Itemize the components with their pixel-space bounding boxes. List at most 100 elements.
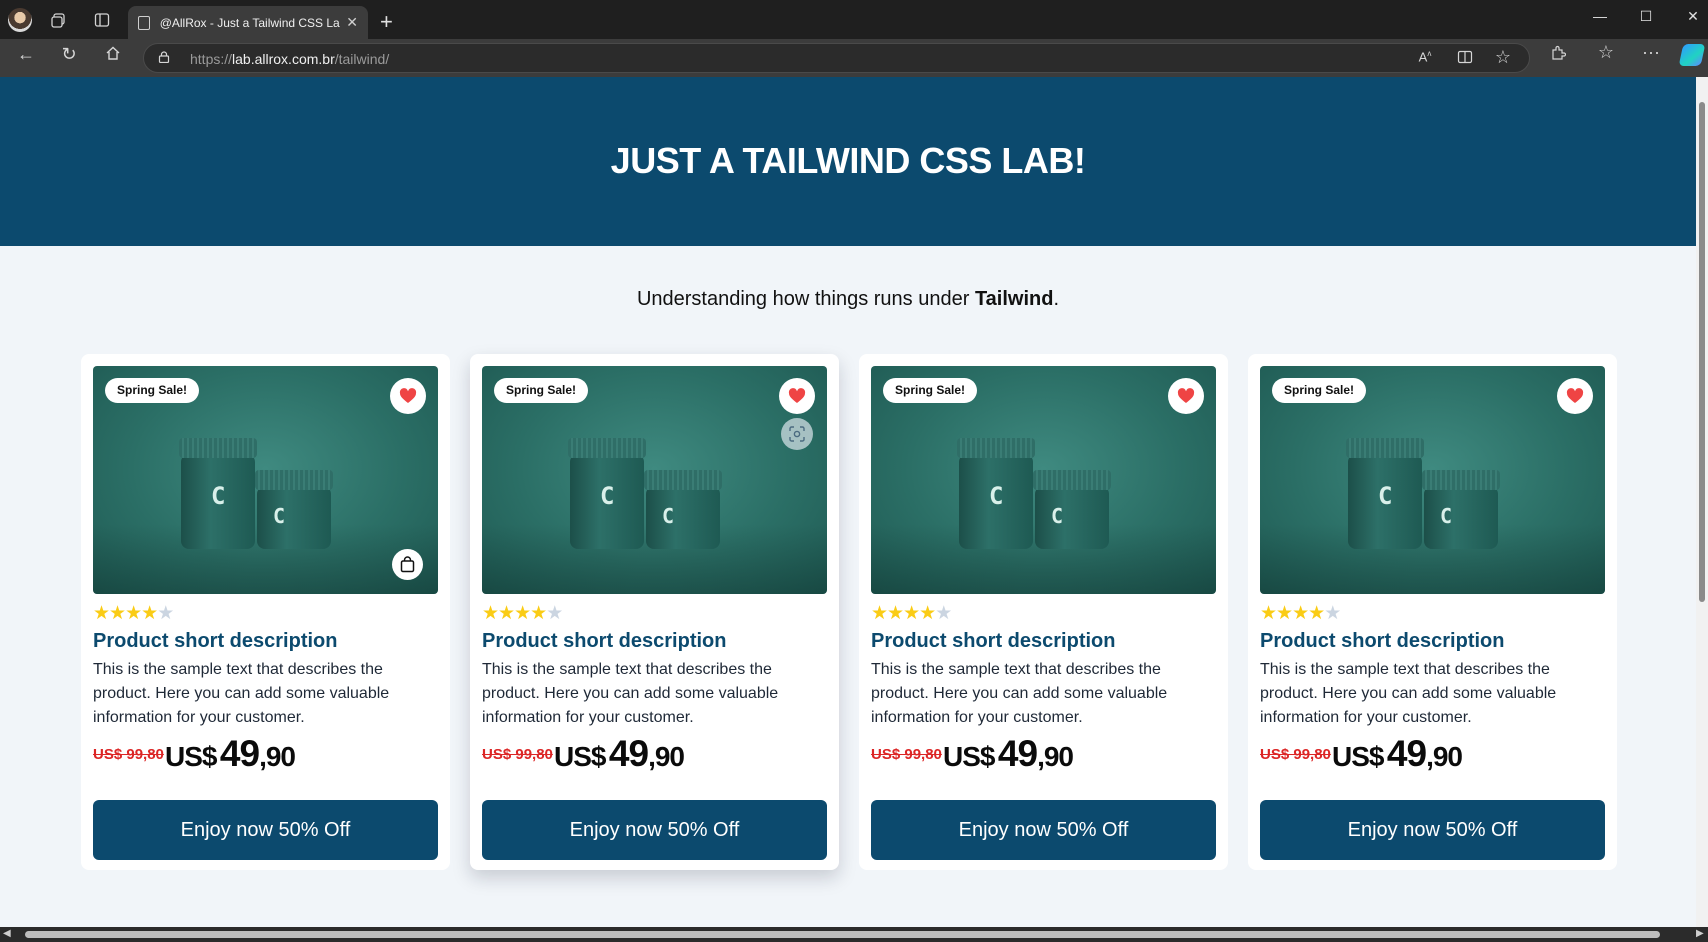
star-icon: ★ xyxy=(1260,603,1278,624)
product-image: C C Spring Sale! xyxy=(1260,366,1605,594)
lock-icon[interactable] xyxy=(158,51,170,63)
scroll-right-icon[interactable]: ▶ xyxy=(1696,928,1704,939)
page-subtitle: Understanding how things runs under Tail… xyxy=(636,288,1060,310)
immersive-reader-icon[interactable] xyxy=(1454,49,1476,69)
scroll-left-icon[interactable]: ◀ xyxy=(3,928,11,939)
product-description: This is the sample text that describes t… xyxy=(1260,661,1557,726)
star-icon: ★ xyxy=(93,603,111,624)
star-icon: ★ xyxy=(109,603,127,624)
scrollbar-thumb[interactable] xyxy=(1699,102,1705,602)
product-card: C C Spring Sale! ★★★★★ Product short descrip… xyxy=(81,354,450,870)
star-icon: ★ xyxy=(887,603,905,624)
favorite-button[interactable] xyxy=(779,378,815,414)
tab-title: @AllRox - Just a Tailwind CSS Lab! xyxy=(159,15,341,30)
enjoy-offer-button[interactable]: Enjoy now 50% Off xyxy=(93,800,438,860)
product-jar-large: C xyxy=(957,438,1035,549)
product-title: Product short description xyxy=(871,630,1116,652)
horizontal-scrollbar-thumb[interactable] xyxy=(25,931,1660,938)
vertical-tabs-icon[interactable] xyxy=(91,9,113,31)
star-icon: ★ xyxy=(871,603,889,624)
original-price: US$ 99,80 xyxy=(482,746,553,763)
star-icon: ★ xyxy=(157,603,175,624)
horizontal-scrollbar[interactable]: ◀ ▶ xyxy=(0,927,1708,942)
rating-stars: ★★★★★ xyxy=(482,603,564,624)
star-icon: ★ xyxy=(1308,603,1326,624)
refresh-icon[interactable]: ↻ xyxy=(58,44,80,65)
favorite-button[interactable] xyxy=(390,378,426,414)
product-card: C C Spring Sale! ★★★★★ Product short descrip… xyxy=(1248,354,1617,870)
browser-tab-strip: @AllRox - Just a Tailwind CSS Lab! ✕ + —… xyxy=(0,0,1708,39)
product-image: C C Spring Sale! xyxy=(871,366,1216,594)
more-menu-icon[interactable]: ··· xyxy=(1640,42,1662,63)
star-icon: ★ xyxy=(530,603,548,624)
star-icon: ★ xyxy=(482,603,500,624)
product-jar-large: C xyxy=(179,438,257,549)
profile-avatar[interactable] xyxy=(8,8,32,32)
product-image: C C Spring Sale! xyxy=(93,366,438,594)
product-jar-small: C xyxy=(1422,470,1500,549)
minimize-icon[interactable]: — xyxy=(1590,8,1610,24)
new-tab-button[interactable]: + xyxy=(380,9,393,35)
product-jar-small: C xyxy=(255,470,333,549)
rating-stars: ★★★★★ xyxy=(871,603,953,624)
star-icon: ★ xyxy=(1276,603,1294,624)
star-icon: ★ xyxy=(919,603,937,624)
product-description: This is the sample text that describes t… xyxy=(871,661,1168,726)
product-description: This is the sample text that describes t… xyxy=(93,661,390,726)
sale-badge: Spring Sale! xyxy=(1272,378,1367,403)
close-tab-icon[interactable]: ✕ xyxy=(346,14,358,31)
product-jar-small: C xyxy=(1033,470,1111,549)
favorites-icon[interactable]: ☆ xyxy=(1595,42,1617,63)
star-icon: ★ xyxy=(546,603,564,624)
product-image: C C Spring Sale! xyxy=(482,366,827,594)
star-icon: ★ xyxy=(498,603,516,624)
enjoy-offer-button[interactable]: Enjoy now 50% Off xyxy=(871,800,1216,860)
vertical-scrollbar[interactable] xyxy=(1696,77,1708,927)
original-price: US$ 99,80 xyxy=(93,746,164,763)
original-price: US$ 99,80 xyxy=(1260,746,1331,763)
sale-price: US$ 49,90 xyxy=(943,733,1074,774)
favorite-star-icon[interactable]: ☆ xyxy=(1492,47,1514,68)
home-icon[interactable] xyxy=(102,45,124,65)
rating-stars: ★★★★★ xyxy=(1260,603,1342,624)
browser-toolbar: ← ↻ https://lab.allrox.com.br/tailwind/ … xyxy=(0,39,1708,77)
back-icon[interactable]: ← xyxy=(15,44,37,65)
star-icon: ★ xyxy=(935,603,953,624)
hero-banner: JUST A TAILWIND CSS LAB! xyxy=(0,77,1696,246)
product-jar-small: C xyxy=(644,470,722,549)
enjoy-offer-button[interactable]: Enjoy now 50% Off xyxy=(482,800,827,860)
product-jar-large: C xyxy=(1346,438,1424,549)
url-text: https://lab.allrox.com.br/tailwind/ xyxy=(190,51,390,67)
close-window-icon[interactable]: ✕ xyxy=(1683,8,1703,25)
star-icon: ★ xyxy=(1324,603,1342,624)
sale-badge: Spring Sale! xyxy=(105,378,200,403)
product-title: Product short description xyxy=(482,630,727,652)
read-aloud-icon[interactable]: Aʌ xyxy=(1414,49,1436,64)
product-card: C C Spring Sale! ★★★★★ Product short descrip… xyxy=(859,354,1228,870)
product-card: C C Spring Sale! ★★★★★ Product short descrip… xyxy=(470,354,839,870)
visual-search-button[interactable] xyxy=(781,418,813,450)
sale-price: US$ 49,90 xyxy=(554,733,685,774)
enjoy-offer-button[interactable]: Enjoy now 50% Off xyxy=(1260,800,1605,860)
star-icon: ★ xyxy=(514,603,532,624)
workspaces-icon[interactable] xyxy=(48,9,70,31)
sale-price: US$ 49,90 xyxy=(1332,733,1463,774)
original-price: US$ 99,80 xyxy=(871,746,942,763)
star-icon: ★ xyxy=(141,603,159,624)
star-icon: ★ xyxy=(125,603,143,624)
extensions-icon[interactable] xyxy=(1547,45,1569,65)
active-tab[interactable]: @AllRox - Just a Tailwind CSS Lab! ✕ xyxy=(128,6,368,39)
favorite-button[interactable] xyxy=(1168,378,1204,414)
star-icon: ★ xyxy=(1292,603,1310,624)
product-title: Product short description xyxy=(93,630,338,652)
product-description: This is the sample text that describes t… xyxy=(482,661,779,726)
favorite-button[interactable] xyxy=(1557,378,1593,414)
page-icon xyxy=(138,15,150,30)
maximize-icon[interactable]: ☐ xyxy=(1636,8,1656,25)
add-to-cart-button[interactable] xyxy=(392,549,423,580)
product-jar-large: C xyxy=(568,438,646,549)
product-title: Product short description xyxy=(1260,630,1505,652)
address-bar[interactable]: https://lab.allrox.com.br/tailwind/ Aʌ ☆ xyxy=(143,43,1530,73)
sale-badge: Spring Sale! xyxy=(494,378,589,403)
sale-price: US$ 49,90 xyxy=(165,733,296,774)
